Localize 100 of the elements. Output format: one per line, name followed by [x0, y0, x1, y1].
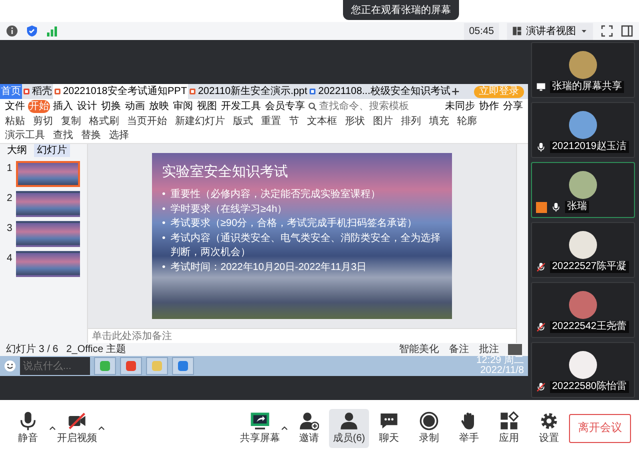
- taskbar-date: 2022/11/8: [480, 366, 524, 376]
- meeting-timer: 05:45: [464, 22, 499, 40]
- ribbon-button[interactable]: 查找: [52, 129, 74, 143]
- ribbon-button[interactable]: 节: [288, 115, 300, 129]
- document-tab[interactable]: 20221018安全考试通知PPT: [53, 84, 188, 99]
- ribbon-tab[interactable]: 放映: [148, 100, 170, 113]
- docer-icon: [23, 88, 30, 95]
- participant-name: 张瑞: [565, 201, 589, 213]
- view-mode-dropdown[interactable]: 演讲者视图: [507, 22, 593, 40]
- layout-icon: [512, 26, 522, 36]
- panel-tab[interactable]: 幻灯片: [34, 144, 70, 157]
- taskbar-app[interactable]: [94, 357, 116, 375]
- slide-thumbnail[interactable]: [16, 161, 80, 187]
- document-tab[interactable]: 稻壳: [22, 84, 53, 99]
- bullet-marker: •: [162, 260, 166, 274]
- avatar-circle: [569, 351, 597, 379]
- document-tab[interactable]: 20221108...校级安全知识考试: [308, 84, 452, 99]
- status-button[interactable]: 智能美化: [398, 342, 440, 356]
- ribbon-button[interactable]: 选择: [108, 129, 130, 143]
- slide-number: 1: [6, 162, 12, 176]
- fullscreen-icon[interactable]: [601, 25, 613, 37]
- participant-name: 20222580陈怡雷: [550, 381, 628, 393]
- toolbar-button[interactable]: 设置: [529, 409, 569, 448]
- theme-name: 2_Office 主题: [66, 343, 126, 356]
- ribbon-button[interactable]: 版式: [232, 115, 254, 129]
- ribbon-button[interactable]: 替换: [80, 129, 102, 143]
- toolbar-button[interactable]: 聊天: [369, 409, 409, 448]
- ribbon-button[interactable]: 新建幻灯片: [174, 115, 226, 129]
- ribbon-button[interactable]: 演示工具: [4, 129, 46, 143]
- toolbar-link[interactable]: 未同步: [444, 100, 476, 113]
- taskbar-app[interactable]: [172, 357, 194, 375]
- ribbon-tab[interactable]: 会员专享: [264, 100, 306, 113]
- slide-thumbnail[interactable]: [16, 251, 80, 277]
- ribbon-button[interactable]: 格式刷: [88, 115, 120, 129]
- ribbon-button[interactable]: 当页开始: [126, 115, 168, 129]
- ribbon-tab[interactable]: 开发工具: [220, 100, 262, 113]
- toolbar-button[interactable]: 静音: [8, 409, 48, 448]
- slide-bullet: 学时要求（在线学习≥4h）: [170, 202, 288, 216]
- ribbon-button[interactable]: 粘贴: [4, 115, 26, 129]
- slide-bullet: 考试时间：2022年10月20日-2022年11月3日: [170, 260, 367, 274]
- ribbon-tab[interactable]: 动画: [124, 100, 146, 113]
- panel-tab[interactable]: 大纲: [4, 144, 30, 157]
- caret-icon[interactable]: [48, 424, 57, 433]
- caret-icon: [580, 27, 588, 35]
- status-button[interactable]: 批注: [478, 342, 500, 356]
- bullet-marker: •: [162, 202, 166, 216]
- ribbon-tab[interactable]: 视图: [196, 100, 218, 113]
- avatar-circle: [569, 171, 597, 199]
- ribbon-button[interactable]: 重置: [260, 115, 282, 129]
- chat-icon: [379, 411, 399, 431]
- ribbon-button[interactable]: 剪切: [32, 115, 54, 129]
- ribbon-button[interactable]: 文本框: [306, 115, 338, 129]
- muted-microphone-icon: [536, 262, 546, 272]
- toolbar-button[interactable]: 应用: [489, 409, 529, 448]
- toolbar-button[interactable]: 开启视频: [57, 409, 97, 448]
- participant-name: 20222542王尧蕾: [550, 321, 628, 333]
- slide-thumbnail[interactable]: [16, 191, 80, 217]
- caret-icon[interactable]: [97, 424, 106, 433]
- plus-icon[interactable]: [451, 87, 460, 96]
- slide-counter: 幻灯片 3 / 6: [6, 343, 58, 356]
- toolbar-button[interactable]: 共享屏幕: [240, 409, 280, 448]
- command-search-field[interactable]: 查找命令、搜索模板: [319, 99, 411, 114]
- ribbon-button[interactable]: 复制: [60, 115, 82, 129]
- ribbon-tab[interactable]: 设计: [76, 100, 98, 113]
- ribbon-tab[interactable]: 切换: [100, 100, 122, 113]
- document-tab[interactable]: 202110新生安全演示.ppt: [188, 84, 308, 99]
- toolbar-button[interactable]: 成员(6): [329, 409, 369, 448]
- chat-input-field[interactable]: 说点什么...: [20, 357, 90, 375]
- status-button[interactable]: 备注: [448, 342, 470, 356]
- record-icon: [419, 411, 439, 431]
- ribbon-button[interactable]: 图片: [372, 115, 394, 129]
- smiley-icon[interactable]: [4, 360, 16, 372]
- ribbon-button[interactable]: 形状: [344, 115, 366, 129]
- toolbar-button[interactable]: 录制: [409, 409, 449, 448]
- toolbar-link[interactable]: 协作: [478, 100, 500, 113]
- taskbar-app[interactable]: [120, 357, 142, 375]
- bullet-marker: •: [162, 188, 166, 202]
- notice-banner: 您正在观看张瑞的屏幕: [343, 0, 459, 20]
- microphone-icon: [536, 142, 546, 152]
- taskbar-app[interactable]: [146, 357, 168, 375]
- leave-meeting-button[interactable]: 离开会议: [569, 414, 631, 443]
- apps-grid-icon: [499, 411, 519, 431]
- sidebar-icon[interactable]: [621, 25, 633, 37]
- ribbon-button[interactable]: 填充: [428, 115, 450, 129]
- slide-thumbnail[interactable]: [16, 221, 80, 247]
- toolbar-button[interactable]: 邀请: [289, 409, 329, 448]
- document-tab[interactable]: 首页: [0, 84, 22, 99]
- slide-bullet: 考试要求（≥90分，合格，考试完成手机扫码签名承诺）: [170, 217, 418, 231]
- avatar-circle: [569, 291, 597, 319]
- microphone-icon: [551, 202, 561, 212]
- file-menu[interactable]: 文件: [4, 100, 26, 113]
- notes-field[interactable]: 单击此处添加备注: [88, 328, 516, 343]
- ribbon-tab[interactable]: 审阅: [172, 100, 194, 113]
- ribbon-button[interactable]: 轮廓: [456, 115, 478, 129]
- caret-icon[interactable]: [280, 424, 289, 433]
- toolbar-link[interactable]: 分享: [502, 100, 524, 113]
- ribbon-tab[interactable]: 插入: [52, 100, 74, 113]
- avatar-circle: [569, 51, 597, 79]
- toolbar-button[interactable]: 举手: [449, 409, 489, 448]
- ribbon-button[interactable]: 排列: [400, 115, 422, 129]
